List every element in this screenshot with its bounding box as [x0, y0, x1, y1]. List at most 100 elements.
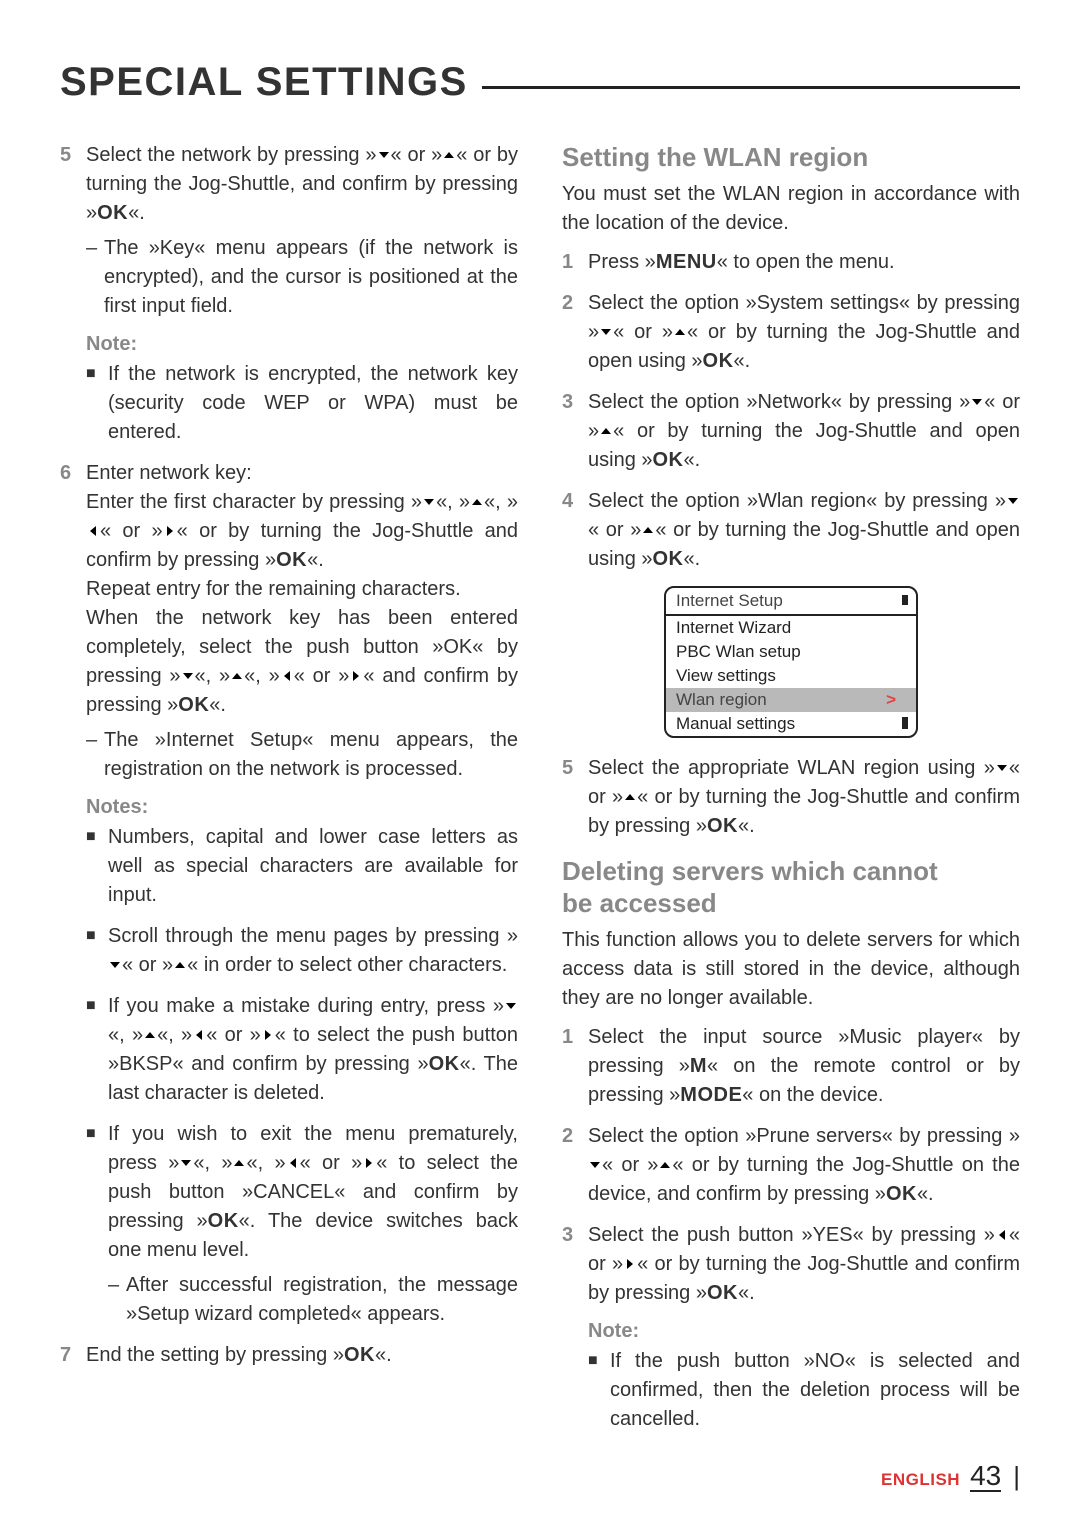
down-icon — [377, 148, 391, 162]
intro-text: You must set the WLAN region in accordan… — [562, 180, 1020, 238]
left-column: 5 Select the network by pressing »« or »… — [60, 141, 518, 1446]
page-title: SPECIAL SETTINGS — [60, 60, 482, 105]
ok-label: OK — [178, 694, 209, 716]
t: «. — [684, 449, 701, 471]
bullet-icon: ■ — [588, 1347, 610, 1434]
t: «. — [738, 1282, 755, 1304]
up-icon — [641, 523, 655, 537]
t: Enter network key: — [86, 459, 518, 488]
down-icon — [181, 669, 195, 683]
ok-label: OK — [653, 548, 684, 570]
menu-row: Internet Wizard — [666, 616, 916, 640]
menu-preview: Internet Setup Internet Wizard PBC Wlan … — [664, 586, 918, 738]
t: If you make a mistake during entry, pres… — [108, 995, 504, 1017]
m-key: M — [690, 1055, 707, 1077]
ok-label: OK — [707, 815, 738, 837]
t: «. — [738, 815, 755, 837]
para: Enter the first character by pressing » «… — [86, 488, 518, 575]
title-rule — [482, 86, 1020, 89]
t: «, » — [436, 491, 470, 513]
t: « or » — [300, 1152, 363, 1174]
delete-step-2: 2 Select the option »Prune servers« by p… — [562, 1122, 1020, 1209]
step-number: 1 — [562, 248, 588, 277]
step-body: Select the option »System settings« by p… — [588, 289, 1020, 376]
t: « or by turning the Jog-Shuttle and conf… — [588, 786, 1020, 837]
wlan-step-2: 2 Select the option »System settings« by… — [562, 289, 1020, 376]
para: If you wish to exit the menu prematurely… — [108, 1120, 518, 1329]
menu-row: PBC Wlan setup — [666, 640, 916, 664]
t: Press » — [588, 251, 656, 273]
t: Wlan region — [676, 690, 767, 710]
t: After successful registration, the messa… — [126, 1271, 518, 1329]
t: «, » — [195, 665, 231, 687]
t: The »Internet Setup« menu appears, the r… — [104, 726, 518, 784]
t: Enter the first character by pressing » — [86, 491, 422, 513]
chevron-right-icon: > — [886, 690, 906, 710]
t: « or » — [588, 519, 641, 541]
t: End the setting by pressing » — [86, 1344, 344, 1366]
bullet-icon: ■ — [86, 360, 108, 447]
t: « on the device. — [742, 1084, 883, 1106]
right-icon — [623, 1257, 637, 1271]
note-item: ■ If you make a mistake during entry, pr… — [86, 992, 518, 1108]
t: The »Key« menu appears (if the network i… — [104, 234, 518, 321]
t: « or » — [294, 665, 350, 687]
left-icon — [192, 1028, 206, 1042]
t: Scroll through the menu pages by pressin… — [108, 925, 518, 947]
up-icon — [173, 958, 187, 972]
note-label: Note: — [86, 333, 518, 356]
down-icon — [108, 958, 122, 972]
step-body: Select the option »Network« by pressing … — [588, 388, 1020, 475]
left-icon — [286, 1156, 300, 1170]
step-number: 7 — [60, 1341, 86, 1370]
t: « to open the menu. — [717, 251, 895, 273]
wlan-step-5: 5 Select the appropriate WLAN region usi… — [562, 754, 1020, 841]
t: « or » — [602, 1154, 658, 1176]
down-icon — [970, 395, 984, 409]
t: Select the network by pressing » — [86, 144, 377, 166]
bullet-icon: ■ — [86, 823, 108, 910]
t: Select the option »Prune servers« by pre… — [588, 1125, 1020, 1147]
step-number: 3 — [562, 1221, 588, 1308]
t: « or by turning the Jog-Shuttle and conf… — [588, 1253, 1020, 1304]
step-6: 6 Enter network key: Enter the first cha… — [60, 459, 518, 784]
right-icon — [163, 524, 177, 538]
t: If the push button »NO« is selected and … — [610, 1347, 1020, 1434]
t: be accessed — [562, 888, 717, 918]
t: «, » — [246, 1152, 285, 1174]
up-icon — [143, 1028, 157, 1042]
down-icon — [599, 325, 613, 339]
dash: – — [86, 726, 104, 784]
delete-step-3: 3 Select the push button »YES« by pressi… — [562, 1221, 1020, 1308]
t: «. — [684, 548, 701, 570]
substep: – The »Key« menu appears (if the network… — [86, 234, 518, 321]
t: «. — [307, 549, 324, 571]
wlan-step-4: 4 Select the option »Wlan region« by pre… — [562, 487, 1020, 574]
wlan-step-3: 3 Select the option »Network« by pressin… — [562, 388, 1020, 475]
step-body: End the setting by pressing »OK«. — [86, 1341, 518, 1370]
notes-label: Notes: — [86, 796, 518, 819]
step-number: 5 — [562, 754, 588, 841]
step-body: Select the network by pressing »« or »« … — [86, 141, 518, 321]
left-icon — [86, 524, 100, 538]
left-icon — [995, 1228, 1009, 1242]
menu-label: MENU — [656, 251, 717, 273]
up-icon — [470, 495, 484, 509]
step-number: 1 — [562, 1023, 588, 1110]
up-icon — [442, 148, 456, 162]
step-body: Select the option »Wlan region« by press… — [588, 487, 1020, 574]
menu-row-selected: Wlan region > — [666, 688, 916, 712]
t: «. — [209, 694, 226, 716]
t: «. — [734, 350, 751, 372]
left-icon — [280, 669, 294, 683]
para: When the network key has been entered co… — [86, 604, 518, 720]
ok-label: OK — [703, 350, 734, 372]
right-icon — [362, 1156, 376, 1170]
t: «, » — [193, 1152, 232, 1174]
down-icon — [179, 1156, 193, 1170]
ok-label: OK — [653, 449, 684, 471]
note-block: ■ If the network is encrypted, the netwo… — [86, 360, 518, 447]
up-icon — [658, 1158, 672, 1172]
section-heading-wlan: Setting the WLAN region — [562, 141, 1020, 174]
menu-header: Internet Setup — [666, 588, 916, 616]
